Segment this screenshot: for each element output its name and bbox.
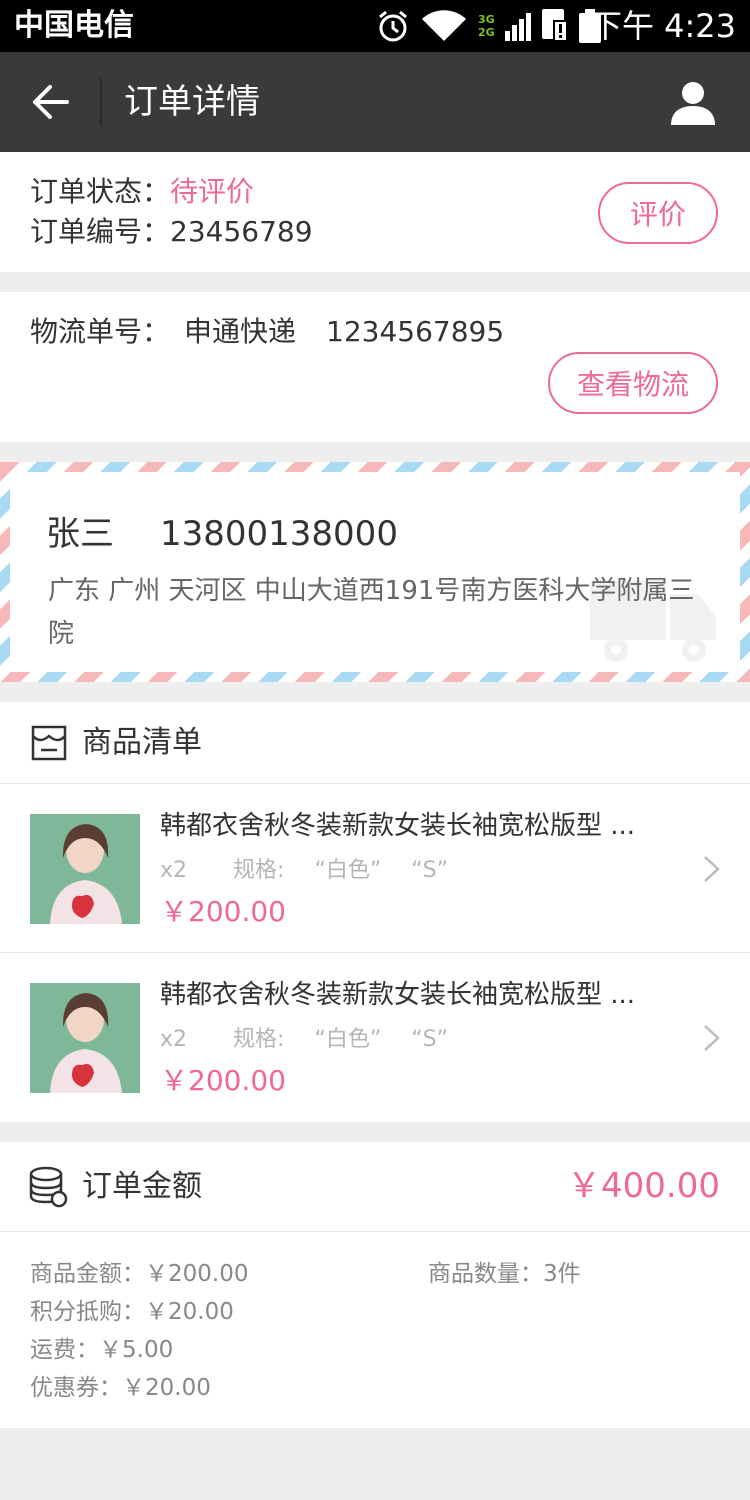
product-quantity: x2	[160, 1027, 188, 1052]
order-status-value: 待评价	[170, 175, 255, 208]
order-status-card: 订单状态：待评价 订单编号：23456789 评价	[0, 152, 750, 272]
chevron-right-icon	[704, 1025, 720, 1051]
spec-size: “S”	[411, 1027, 449, 1052]
spec-label: 规格:	[233, 858, 285, 883]
clock: 下午 4:23	[589, 7, 736, 45]
recipient-name: 张三	[46, 514, 114, 554]
recipient-phone: 13800138000	[160, 514, 398, 554]
status-icons: 3G 2G	[376, 6, 601, 46]
coins-icon	[29, 1166, 68, 1208]
order-amount-card: 订单金额 ￥400.00 商品金额：￥200.00 商品数量：3件 积分抵购：￥…	[0, 1142, 750, 1428]
arrow-left-icon[interactable]	[30, 82, 70, 122]
coupon-discount: 优惠券：￥20.00	[30, 1375, 211, 1401]
address-inner: 张三 13800138000 广东 广州 天河区 中山大道西191号南方医科大学…	[10, 472, 740, 672]
order-amount-header: 订单金额 ￥400.00	[0, 1142, 750, 1232]
product-image	[30, 814, 140, 924]
nav-divider	[100, 78, 102, 126]
points-deduction: 积分抵购：￥20.00	[30, 1299, 234, 1325]
order-number-row: 订单编号：23456789	[30, 214, 313, 250]
goods-item[interactable]: 韩都衣舍秋冬装新款女装长袖宽松版型 ... x2 规格: “白色” “S” ￥200.…	[0, 784, 750, 953]
signal-icon	[504, 13, 531, 41]
goods-list-header: 商品清单	[0, 702, 750, 784]
goods-list-card: 商品清单 韩都衣舍秋冬装新款女装长袖宽松版型 ... x2 规格: “白色” “S” …	[0, 702, 750, 1122]
product-quantity: x2	[160, 858, 188, 883]
address-card: 张三 13800138000 广东 广州 天河区 中山大道西191号南方医科大学…	[0, 462, 750, 682]
goods-item[interactable]: 韩都衣舍秋冬装新款女装长袖宽松版型 ... x2 规格: “白色” “S” ￥200.…	[0, 953, 750, 1122]
logistics-row: 物流单号： 申通快递 1234567895	[30, 314, 504, 350]
product-name: 韩都衣舍秋冬装新款女装长袖宽松版型 ...	[160, 811, 636, 841]
order-amount-title: 订单金额	[82, 1169, 202, 1204]
recipient-address: 广东 广州 天河区 中山大道西191号南方医科大学附属三院	[48, 576, 695, 649]
product-price: ￥200.00	[160, 895, 286, 928]
shipping-fee: 运费：￥5.00	[30, 1337, 174, 1363]
order-total: ￥400.00	[567, 1166, 720, 1206]
product-image	[30, 983, 140, 1093]
goods-list-title: 商品清单	[82, 725, 202, 760]
view-logistics-button[interactable]: 查看物流	[548, 352, 718, 414]
shop-icon	[31, 725, 67, 761]
order-number-value: 23456789	[170, 215, 313, 248]
network-type: 3G 2G	[478, 13, 495, 39]
product-meta: x2 规格: “白色” “S”	[160, 1025, 494, 1055]
status-bar: 中国电信 3G 2G 下午 4:23	[0, 0, 750, 52]
spec-color: “白色”	[314, 858, 382, 883]
tracking-number: 1234567895	[326, 315, 505, 348]
chevron-right-icon	[704, 856, 720, 882]
spec-color: “白色”	[314, 1027, 382, 1052]
page-title: 订单详情	[124, 82, 260, 122]
product-meta: x2 规格: “白色” “S”	[160, 856, 494, 886]
user-icon[interactable]	[670, 80, 716, 126]
spec-label: 规格:	[233, 1027, 285, 1052]
goods-amount: 商品金额：￥200.00	[30, 1261, 249, 1287]
wifi-icon	[422, 10, 466, 41]
order-status-label: 订单状态：	[30, 175, 171, 208]
spec-size: “S”	[411, 858, 449, 883]
product-price: ￥200.00	[160, 1064, 286, 1097]
product-name: 韩都衣舍秋冬装新款女装长袖宽松版型 ...	[160, 980, 636, 1010]
order-status-row: 订单状态：待评价	[30, 174, 254, 210]
nav-bar: 订单详情	[0, 52, 750, 152]
goods-count: 商品数量：3件	[428, 1261, 581, 1287]
carrier-name: 中国电信	[14, 8, 134, 43]
review-button[interactable]: 评价	[598, 182, 718, 244]
alarm-icon	[379, 10, 407, 42]
logistics-company: 申通快递	[184, 315, 297, 348]
logistics-card: 物流单号： 申通快递 1234567895 查看物流	[0, 292, 750, 442]
sim-alert-icon	[541, 9, 568, 42]
logistics-label: 物流单号：	[30, 315, 171, 348]
order-number-label: 订单编号：	[30, 215, 171, 248]
